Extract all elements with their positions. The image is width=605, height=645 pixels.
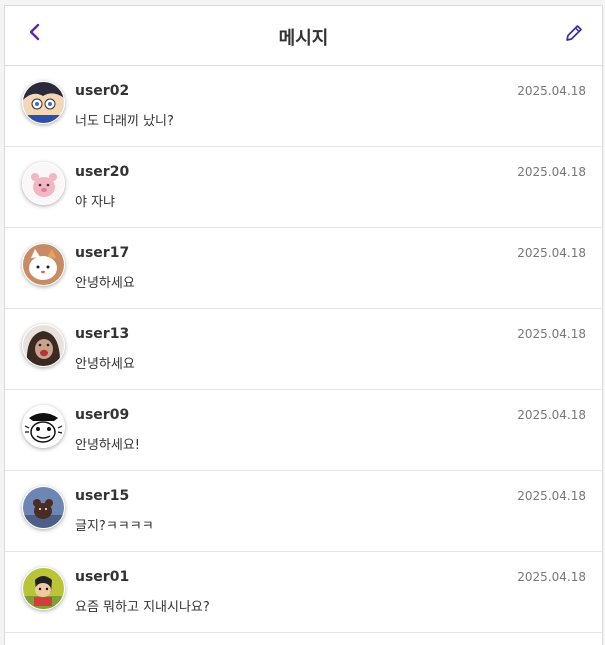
avatar <box>22 162 65 205</box>
avatar <box>22 567 65 610</box>
sender-name: user20 <box>75 164 130 180</box>
avatar <box>22 405 65 448</box>
sender-name: user02 <box>75 83 130 99</box>
pencil-icon <box>566 25 582 41</box>
avatar <box>22 81 65 124</box>
message-preview: 너도 다래끼 났니? <box>75 114 174 129</box>
list-item[interactable]: user20 야 자냐 2025.04.18 <box>5 147 602 228</box>
list-item[interactable]: user01 요즘 뭐하고 지내시나요? 2025.04.18 <box>5 552 602 633</box>
sender-name: user17 <box>75 245 130 261</box>
sender-name: user01 <box>75 569 130 585</box>
avatar <box>22 486 65 529</box>
header: 메시지 <box>5 6 602 66</box>
message-preview: 요즘 뭐하고 지내시나요? <box>75 600 210 615</box>
message-preview: 안녕하세요 <box>75 276 135 291</box>
message-date: 2025.04.18 <box>517 408 586 422</box>
list-item[interactable]: user15 글지?ㅋㅋㅋㅋ 2025.04.18 <box>5 471 602 552</box>
message-date: 2025.04.18 <box>517 570 586 584</box>
message-date: 2025.04.18 <box>517 327 586 341</box>
message-preview: 안녕하세요 <box>75 357 135 372</box>
list-item[interactable]: user09 안녕하세요! 2025.04.18 <box>5 390 602 471</box>
compose-button[interactable] <box>564 23 584 43</box>
message-date: 2025.04.18 <box>517 84 586 98</box>
message-list-screen: 메시지 user02 너도 다래끼 났니? 2025.04.18 user20 … <box>4 5 603 645</box>
message-date: 2025.04.18 <box>517 165 586 179</box>
avatar <box>22 324 65 367</box>
page-title: 메시지 <box>278 28 329 49</box>
message-preview: 야 자냐 <box>75 195 116 210</box>
list-item[interactable]: user17 안녕하세요 2025.04.18 <box>5 228 602 309</box>
message-date: 2025.04.18 <box>517 246 586 260</box>
message-preview: 안녕하세요! <box>75 438 141 453</box>
list-item[interactable]: user13 안녕하세요 2025.04.18 <box>5 309 602 390</box>
message-preview: 글지?ㅋㅋㅋㅋ <box>75 519 154 534</box>
sender-name: user13 <box>75 326 130 342</box>
list-item[interactable]: user02 너도 다래끼 났니? 2025.04.18 <box>5 66 602 147</box>
avatar <box>22 243 65 286</box>
sender-name: user15 <box>75 488 130 504</box>
sender-name: user09 <box>75 407 130 423</box>
message-date: 2025.04.18 <box>517 489 586 503</box>
